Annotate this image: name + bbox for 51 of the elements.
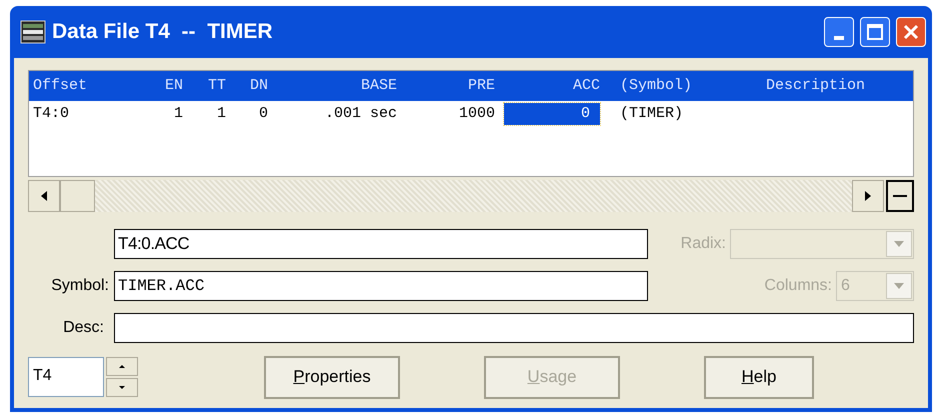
column-header[interactable]: Description [766,76,866,94]
up-arrow-icon [119,365,125,368]
table-cell[interactable]: .001 sec [324,104,397,122]
down-arrow-icon [119,386,125,389]
symbol-field[interactable]: TIMER.ACC [114,271,648,301]
minimize-icon [834,36,844,40]
table-cell[interactable]: (TIMER) [620,104,684,122]
table-cell[interactable]: 1000 [458,104,495,122]
table-cell[interactable]: 1 [216,104,226,122]
column-header[interactable]: PRE [468,76,495,94]
symbol-label: Symbol: [51,277,109,294]
table-cell[interactable]: 1 [174,104,183,122]
radix-label: Radix: [680,234,726,254]
column-header[interactable]: BASE [360,76,397,94]
dropdown-value: 6 [841,277,850,294]
close-icon [903,24,919,40]
symbol-value: TIMER.ACC [118,276,204,297]
column-header[interactable]: EN [164,76,183,94]
dropdown-arrow-icon [894,283,904,289]
column-header[interactable]: ACC [572,76,600,94]
desc-label: Desc: [63,319,104,336]
column-header[interactable]: Offset [33,76,88,94]
scroll-thumb[interactable] [60,180,95,212]
dialog-button[interactable]: Properties [264,356,400,398]
file-value: T4 [33,366,52,386]
minimize-button[interactable] [824,17,854,47]
dialog-button[interactable]: Help [704,356,814,398]
collapse-button[interactable] [886,180,914,212]
dropdown-arrow-icon [894,241,904,247]
scroll-left-button[interactable] [28,180,60,212]
columns-label: Columns: [764,276,832,296]
app-icon [20,20,46,44]
column-header[interactable]: (Symbol) [620,76,692,94]
minus-icon [893,195,907,197]
address-value: T4:0.ACC [118,233,190,256]
column-header[interactable]: TT [208,76,226,94]
close-button[interactable] [896,17,926,47]
desc-field[interactable] [114,313,914,343]
maximize-button[interactable] [860,17,890,47]
address-field[interactable]: T4:0.ACC [114,229,648,259]
scroll-right-button[interactable] [852,180,884,212]
column-header[interactable]: DN [250,76,268,94]
horizontal-scrollbar[interactable] [28,180,884,212]
table-cell[interactable]: T4:0 [33,104,70,122]
table-cell[interactable]: 0 [504,102,600,126]
maximize-icon [867,24,883,40]
file-field[interactable]: T4 [28,357,104,397]
right-arrow-icon [865,191,871,201]
window-title: Data File T4 -- TIMER [52,19,274,46]
left-arrow-icon [41,191,47,201]
table-cell[interactable]: 0 [258,104,268,122]
